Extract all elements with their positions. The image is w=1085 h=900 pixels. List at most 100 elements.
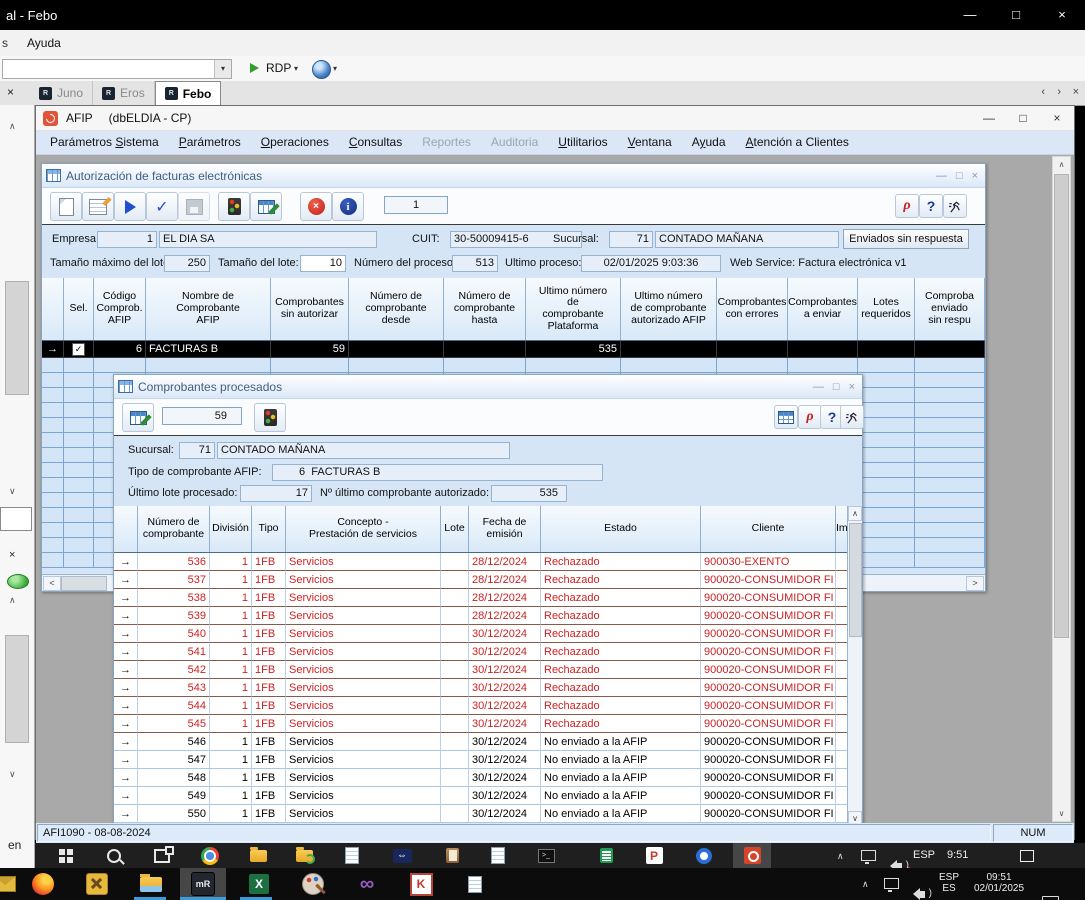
tray-expand-icon[interactable]: ∧	[862, 879, 869, 890]
tab-eros[interactable]: REros	[93, 81, 155, 105]
column-header[interactable]: Sel.	[64, 278, 94, 340]
checkbox-checked-icon[interactable]: ✓	[72, 343, 85, 356]
sel-cell[interactable]: ✓	[64, 341, 94, 358]
minimize-button[interactable]: —	[813, 381, 824, 393]
address-book-icon[interactable]	[441, 845, 463, 866]
save-button[interactable]	[178, 192, 210, 221]
minimize-button[interactable]: —	[972, 111, 1006, 125]
column-header[interactable]: Comproba enviado sin respu	[915, 278, 985, 340]
file-explorer-icon[interactable]	[138, 872, 164, 896]
table-row[interactable]: →54811FBServicios30/12/2024No enviado a …	[114, 769, 862, 787]
language-indicator[interactable]: ESP	[913, 849, 935, 861]
table-row[interactable]: →54511FBServicios30/12/2024Rechazado9000…	[114, 715, 862, 733]
cancel-button[interactable]: ×	[300, 192, 332, 221]
empresa-name-field[interactable]: EL DIA SA	[159, 231, 377, 248]
task-view-icon[interactable]	[151, 845, 173, 866]
column-header[interactable]: Lote	[441, 506, 469, 552]
restore-button[interactable]: □	[1006, 111, 1040, 125]
scroll-right-icon[interactable]: >	[966, 576, 984, 591]
notification-icon[interactable]	[1042, 896, 1059, 900]
chrome-icon[interactable]	[199, 845, 221, 866]
close-icon[interactable]: ×	[9, 549, 15, 561]
column-header[interactable]: Fecha de emisión	[469, 506, 541, 552]
scrollbar-thumb[interactable]	[5, 281, 29, 395]
tab-febo[interactable]: RFebo	[155, 81, 222, 105]
vertical-scrollbar[interactable]: ∧ ∨	[847, 506, 862, 823]
column-header[interactable]	[114, 506, 138, 552]
kdiff-icon[interactable]: K	[408, 872, 434, 896]
start-icon[interactable]	[55, 845, 77, 866]
scroll-down-icon[interactable]: ∨	[848, 811, 862, 823]
phone-button[interactable]: ρ	[798, 405, 822, 429]
menu-item-ayuda[interactable]: Ayuda	[27, 36, 61, 50]
scrollbar-thumb[interactable]	[5, 635, 29, 743]
menu-item-ventana[interactable]: Ventana	[618, 131, 682, 154]
exit-button[interactable]	[943, 194, 967, 218]
sheets-icon[interactable]	[595, 845, 617, 866]
properties-button[interactable]	[82, 192, 114, 221]
table-row[interactable]: →53611FBServicios28/12/2024Rechazado9000…	[114, 553, 862, 571]
product-r-icon[interactable]	[741, 845, 763, 866]
scrollbar-thumb[interactable]	[1054, 174, 1069, 638]
menu-item-utilitarios[interactable]: Utilitarios	[548, 131, 617, 154]
tab-prev-icon[interactable]: ‹	[1041, 86, 1045, 98]
rdp-protocol-button[interactable]: RDP	[266, 61, 291, 75]
tipo-comprobante-field[interactable]: 6 FACTURAS B	[272, 464, 603, 481]
process-counter-field[interactable]: 1	[384, 196, 448, 214]
tab-juno[interactable]: RJuno	[30, 81, 93, 105]
info-button[interactable]: i	[332, 192, 364, 221]
sucursal-code-field[interactable]: 71	[609, 231, 653, 248]
maximize-button[interactable]: □	[993, 0, 1039, 30]
column-header[interactable]: Comprobantes a enviar	[788, 278, 858, 340]
minimize-button[interactable]: —	[936, 170, 947, 182]
sucursal-name-field[interactable]: CONTADO MAÑANA	[655, 231, 839, 248]
column-header[interactable]: Comprobantes sin autorizar	[271, 278, 349, 340]
mremoteng-icon[interactable]: mR	[190, 872, 216, 896]
scroll-up-icon[interactable]: ∧	[848, 506, 862, 521]
clock-date[interactable]: 09:51 02/01/2025	[966, 872, 1032, 894]
scroll-down-icon[interactable]: ∨	[9, 486, 16, 497]
column-header[interactable]: Ultimo número de comprobante Plataforma	[526, 278, 621, 340]
tab-next-icon[interactable]: ›	[1057, 86, 1061, 98]
help-button[interactable]: ?	[919, 194, 943, 218]
column-header[interactable]: Código Comprob. AFIP	[94, 278, 146, 340]
scrollbar-thumb[interactable]	[61, 576, 107, 591]
enviados-sin-respuesta-button[interactable]: Enviados sin respuesta	[843, 229, 969, 249]
notes-icon[interactable]	[487, 845, 509, 866]
scroll-up-icon[interactable]: ∧	[9, 121, 16, 132]
firefox-icon[interactable]	[30, 872, 56, 896]
table-row[interactable]: →54111FBServicios30/12/2024Rechazado9000…	[114, 643, 862, 661]
column-header[interactable]: Nombre de Comprobante AFIP	[146, 278, 271, 340]
sucursal-name-field[interactable]: CONTADO MAÑANA	[217, 442, 510, 459]
restore-button[interactable]: □	[956, 170, 963, 182]
column-header[interactable]: Concepto - Prestación de servicios	[286, 506, 441, 552]
action-center-icon[interactable]	[1020, 850, 1034, 862]
close-button[interactable]: ×	[972, 170, 978, 182]
close-button[interactable]: ×	[849, 381, 855, 393]
export-grid-button[interactable]	[250, 192, 282, 221]
quick-connect-input[interactable]: ▾	[2, 59, 232, 79]
excel-icon[interactable]: X	[246, 872, 272, 896]
column-header[interactable]: Número de comprobante desde	[349, 278, 444, 340]
table-row[interactable]: →54711FBServicios30/12/2024No enviado a …	[114, 751, 862, 769]
grid-view-button[interactable]	[774, 405, 798, 429]
lote-max-field[interactable]: 250	[164, 255, 210, 272]
processes-button[interactable]	[254, 403, 286, 432]
table-row[interactable]: →54011FBServicios30/12/2024Rechazado9000…	[114, 625, 862, 643]
connect-icon[interactable]	[250, 63, 259, 73]
scroll-down-icon[interactable]: ∨	[9, 769, 16, 780]
scroll-left-icon[interactable]: <	[43, 576, 61, 591]
restore-button[interactable]: □	[833, 381, 840, 393]
tray-expand-icon[interactable]: ∧	[837, 851, 844, 862]
run-button[interactable]	[114, 192, 146, 221]
notepad-icon[interactable]	[341, 845, 363, 866]
menu-item-consultas[interactable]: Consultas	[339, 131, 412, 154]
table-row[interactable]: →54911FBServicios30/12/2024No enviado a …	[114, 787, 862, 805]
minimize-button[interactable]: —	[947, 0, 993, 30]
network-icon[interactable]	[884, 878, 899, 889]
scroll-up-icon[interactable]: ∧	[9, 595, 16, 606]
column-header[interactable]: Lotes requeridos	[858, 278, 915, 340]
menu-item-par-metros-sistema[interactable]: Parámetros Sistema	[40, 131, 169, 154]
menu-item-atenci-n-a-clientes[interactable]: Atención a Clientes	[736, 131, 859, 154]
visual-studio-icon[interactable]: ∞	[354, 872, 380, 896]
